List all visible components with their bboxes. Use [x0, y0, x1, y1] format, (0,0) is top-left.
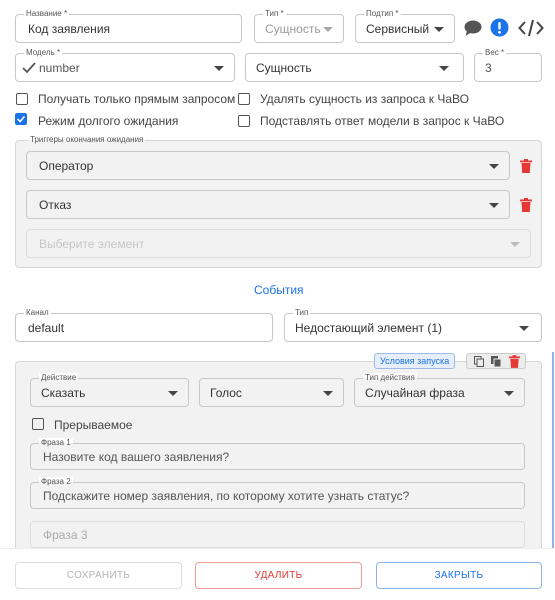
entity-select[interactable]: Сущность	[245, 53, 464, 82]
action-value: Сказать	[41, 385, 86, 400]
model-label: Модель *	[24, 48, 63, 58]
phrase-1-value: Назовите код вашего заявления?	[43, 449, 230, 464]
subtype-value: Сервисный	[366, 21, 430, 36]
model-select[interactable]: Модель * number	[15, 48, 235, 82]
launch-conditions-label: Условия запуска	[380, 356, 450, 366]
weight-label: Вес *	[483, 48, 507, 58]
trigger-select-2[interactable]: Отказ	[26, 190, 510, 219]
action-type-label: Тип действия	[363, 373, 417, 383]
duplicate-icon[interactable]	[491, 356, 501, 367]
trigger-select-1[interactable]: Оператор	[26, 151, 510, 180]
event-type-label: Тип	[293, 308, 311, 318]
type-label: Тип *	[263, 9, 286, 19]
save-button[interactable]: СОХРАНИТЬ	[15, 562, 182, 589]
code-icon[interactable]	[518, 18, 544, 38]
remove-entity-label: Удалять сущность из запроса к ЧаВО	[260, 92, 469, 106]
channel-value: default	[28, 320, 65, 335]
name-value: Код заявления	[28, 21, 111, 36]
chevron-down-icon	[489, 202, 499, 208]
direct-request-checkbox[interactable]	[16, 93, 28, 105]
action-panel: Условия запуска Действие Сказать Голос Т…	[15, 353, 542, 561]
info-icon[interactable]	[490, 18, 509, 37]
phrase-2-label: Фраза 2	[39, 477, 73, 487]
trash-icon[interactable]	[509, 355, 520, 368]
action-type-value: Случайная фраза	[365, 385, 465, 400]
comment-icon[interactable]	[463, 19, 483, 37]
interruptible-label: Прерываемое	[54, 418, 133, 432]
events-title[interactable]: События	[254, 283, 304, 297]
chevron-down-icon	[214, 65, 224, 71]
chevron-down-icon	[510, 241, 520, 247]
action-type-select[interactable]: Тип действия Случайная фраза	[354, 373, 525, 407]
trigger-value-2: Отказ	[39, 197, 72, 212]
substitute-answer-label: Подставлять ответ модели в запрос к ЧаВО	[260, 114, 505, 128]
phrase-1-label: Фраза 1	[39, 438, 73, 448]
type-value: Сущность	[265, 21, 321, 36]
event-type-select[interactable]: Тип Недостающий элемент (1)	[284, 308, 542, 342]
trash-icon[interactable]	[520, 198, 532, 212]
weight-field[interactable]: Вес * 3	[474, 48, 542, 82]
remove-entity-checkbox[interactable]	[238, 93, 250, 105]
chevron-down-icon	[434, 26, 444, 32]
phrase-2-field[interactable]: Фраза 2 Подскажите номер заявления, по к…	[30, 477, 525, 509]
close-button-label: ЗАКРЫТЬ	[434, 570, 484, 581]
name-field[interactable]: Название * Код заявления	[15, 9, 242, 43]
chevron-down-icon	[439, 65, 449, 71]
action-label: Действие	[39, 373, 79, 383]
name-label: Название *	[24, 9, 70, 19]
launch-conditions-badge[interactable]: Условия запуска	[374, 353, 456, 369]
model-value: number	[39, 60, 80, 75]
close-button[interactable]: ЗАКРЫТЬ	[376, 562, 542, 589]
chevron-down-icon	[323, 390, 333, 396]
triggers-panel: Триггеры окончания ожидания Оператор Отк…	[15, 135, 542, 268]
trigger-add-select[interactable]: Выберите элемент	[26, 229, 531, 258]
chevron-down-icon	[168, 390, 178, 396]
copy-icon[interactable]	[474, 356, 484, 367]
action-select[interactable]: Действие Сказать	[30, 373, 189, 407]
delete-button-label: УДАЛИТЬ	[254, 570, 303, 581]
subtype-select[interactable]: Подтип * Сервисный	[355, 9, 455, 43]
check-icon	[22, 62, 36, 74]
subtype-label: Подтип *	[364, 9, 401, 19]
direct-request-label: Получать только прямым запросом	[38, 92, 236, 106]
substitute-answer-checkbox[interactable]	[238, 115, 250, 127]
chevron-down-icon	[504, 390, 514, 396]
chevron-down-icon	[323, 26, 333, 32]
phrase-3-placeholder: Фраза 3	[43, 527, 88, 542]
save-button-label: СОХРАНИТЬ	[66, 570, 131, 581]
long-wait-label: Режим долгого ожидания	[38, 114, 179, 128]
triggers-title: Триггеры окончания ожидания	[28, 135, 146, 145]
delete-button[interactable]: УДАЛИТЬ	[195, 562, 362, 589]
scrollbar[interactable]	[552, 352, 554, 548]
channel-label: Канал	[24, 308, 51, 318]
phrase-1-field[interactable]: Фраза 1 Назовите код вашего заявления?	[30, 438, 525, 470]
event-type-value: Недостающий элемент (1)	[295, 320, 442, 335]
entity-value: Сущность	[256, 60, 312, 75]
trigger-placeholder: Выберите элемент	[39, 236, 145, 251]
chevron-down-icon	[519, 325, 529, 331]
mode-select[interactable]: Голос	[199, 378, 344, 407]
interruptible-checkbox[interactable]	[32, 418, 44, 430]
phrase-3-field[interactable]: Фраза 3	[30, 521, 525, 548]
chevron-down-icon	[489, 163, 499, 169]
trigger-value-1: Оператор	[39, 158, 94, 173]
phrase-2-value: Подскажите номер заявления, по которому …	[43, 488, 410, 503]
mode-value: Голос	[210, 385, 242, 400]
long-wait-checkbox[interactable]	[15, 113, 27, 125]
channel-field[interactable]: Канал default	[15, 308, 273, 342]
footer: СОХРАНИТЬ УДАЛИТЬ ЗАКРЫТЬ	[0, 548, 555, 600]
weight-value: 3	[485, 60, 492, 75]
action-tools	[466, 353, 526, 369]
trash-icon[interactable]	[520, 159, 532, 173]
type-select[interactable]: Тип * Сущность	[254, 9, 344, 43]
